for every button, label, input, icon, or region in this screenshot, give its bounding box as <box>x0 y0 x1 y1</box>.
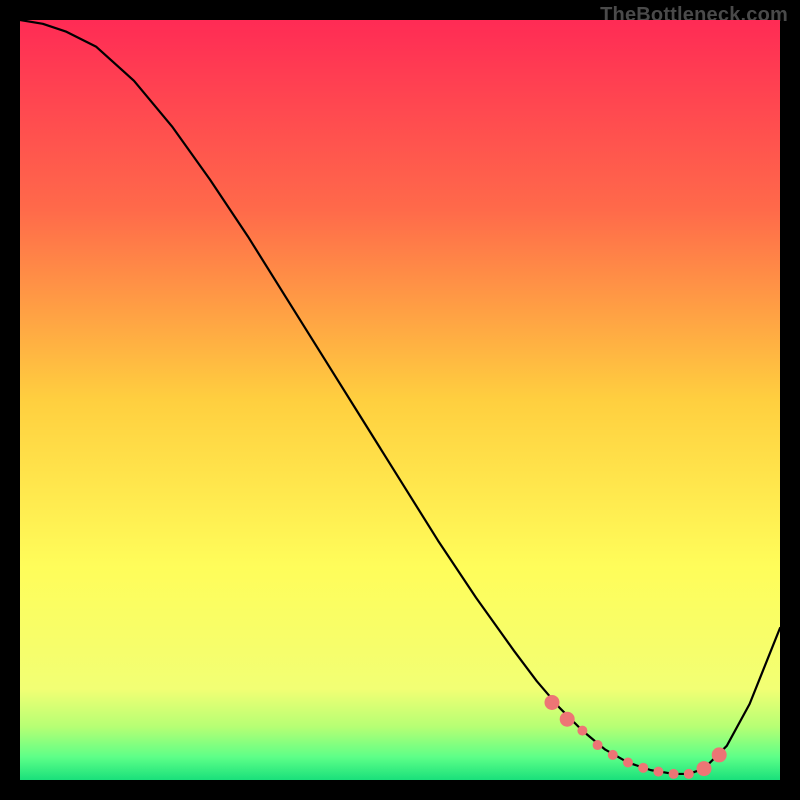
highlight-dot <box>623 758 633 768</box>
highlight-dot <box>712 747 727 762</box>
bottleneck-plot <box>20 20 780 780</box>
highlight-dot <box>653 767 663 777</box>
highlight-dot <box>608 750 618 760</box>
plot-background <box>20 20 780 780</box>
highlight-dot <box>638 763 648 773</box>
highlight-dot <box>577 726 587 736</box>
highlight-dot <box>684 769 694 779</box>
highlight-dot <box>697 761 712 776</box>
highlight-dot <box>545 695 560 710</box>
highlight-dot <box>593 740 603 750</box>
highlight-dot <box>560 712 575 727</box>
chart-stage: TheBottleneck.com <box>0 0 800 800</box>
highlight-dot <box>669 769 679 779</box>
